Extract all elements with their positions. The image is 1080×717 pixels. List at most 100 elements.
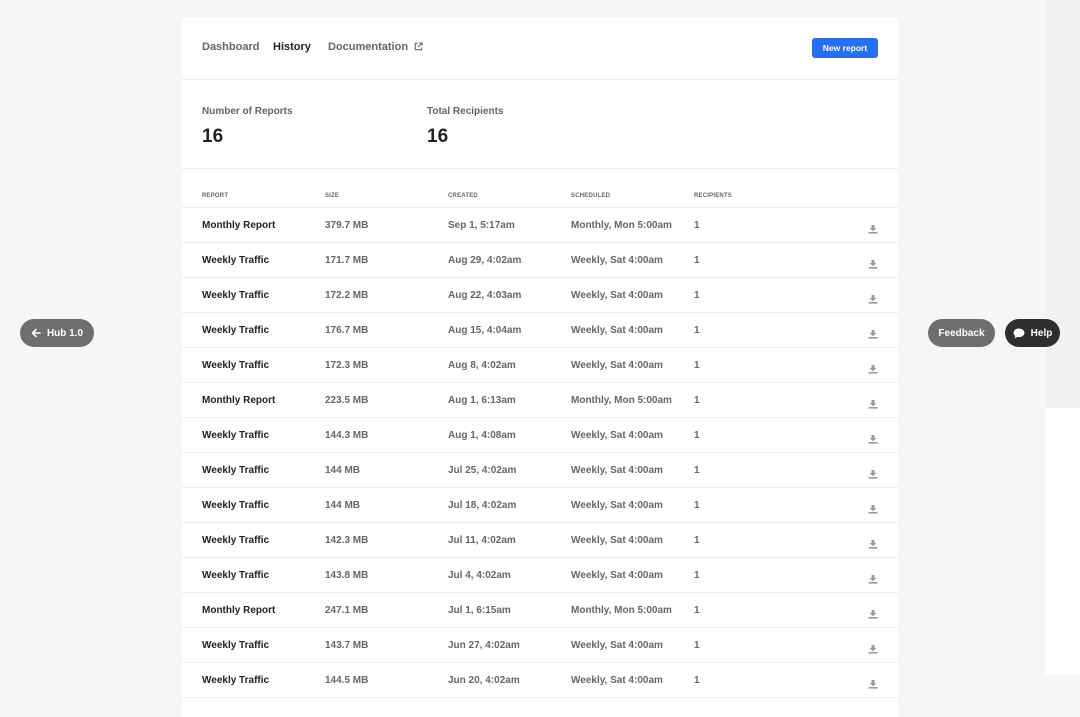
report-size: 176.7 MB (325, 325, 369, 336)
hub-back-label: Hub 1.0 (46, 327, 84, 339)
report-list: Monthly Report 379.7 MB Sep 1, 5:17am Month… (182, 208, 898, 698)
download-icon[interactable] (868, 326, 878, 339)
report-size: 223.5 MB (325, 395, 369, 406)
stat-number-of-reports: Number of Reports 16 (202, 106, 293, 148)
table-row[interactable]: Weekly Traffic 172.3 MB Aug 8, 4:02am Weekl… (182, 348, 898, 383)
download-icon[interactable] (868, 501, 878, 514)
download-icon[interactable] (868, 606, 878, 619)
feedback-button[interactable]: Feedback (928, 319, 995, 347)
stat-total-recipients: Total Recipients 16 (427, 106, 504, 148)
table-row[interactable]: Weekly Traffic 144.3 MB Aug 1, 4:08am Weekl… (182, 418, 898, 453)
help-button[interactable]: Help (1005, 319, 1060, 347)
report-name[interactable]: Weekly Traffic (202, 325, 269, 336)
column-header-created: Created (448, 193, 478, 199)
report-name[interactable]: Weekly Traffic (202, 255, 269, 266)
report-name[interactable]: Weekly Traffic (202, 640, 269, 651)
report-size: 144.5 MB (325, 675, 369, 686)
summary-stats: Number of Reports 16 Total Recipients 16 (182, 80, 898, 169)
download-icon[interactable] (868, 256, 878, 269)
report-name[interactable]: Weekly Traffic (202, 430, 269, 441)
report-scheduled: Weekly, Sat 4:00am (571, 570, 663, 581)
report-recipients: 1 (694, 430, 700, 441)
report-scheduled: Weekly, Sat 4:00am (571, 640, 663, 651)
report-name[interactable]: Weekly Traffic (202, 465, 269, 476)
download-icon[interactable] (868, 641, 878, 654)
table-row[interactable]: Weekly Traffic 144.5 MB Jun 20, 4:02am Week… (182, 663, 898, 698)
report-recipients: 1 (694, 465, 700, 476)
report-recipients: 1 (694, 360, 700, 371)
report-recipients: 1 (694, 500, 700, 511)
report-size: 172.2 MB (325, 290, 369, 301)
report-scheduled: Weekly, Sat 4:00am (571, 360, 663, 371)
report-scheduled: Weekly, Sat 4:00am (571, 675, 663, 686)
stat-value: 16 (427, 126, 449, 147)
chat-bubble-icon (1013, 328, 1025, 338)
reports-card: Dashboard History Documentation New repo… (182, 17, 898, 717)
column-header-recipients: Recipients (694, 193, 733, 199)
report-created: Jul 11, 4:02am (448, 535, 516, 546)
nav-documentation[interactable]: Documentation (328, 41, 423, 54)
new-report-button[interactable]: New report (812, 38, 878, 58)
download-icon[interactable] (868, 396, 878, 409)
table-row[interactable]: Weekly Traffic 143.7 MB Jun 27, 4:02am Week… (182, 628, 898, 663)
report-name[interactable]: Weekly Traffic (202, 290, 269, 301)
report-scheduled: Weekly, Sat 4:00am (571, 430, 663, 441)
right-edge-panel (1046, 0, 1080, 408)
report-recipients: 1 (694, 395, 700, 406)
download-icon[interactable] (868, 536, 878, 549)
report-scheduled: Weekly, Sat 4:00am (571, 325, 663, 336)
table-row[interactable]: Weekly Traffic 144 MB Jul 18, 4:02am Weekly… (182, 488, 898, 523)
report-name[interactable]: Weekly Traffic (202, 360, 269, 371)
report-scheduled: Weekly, Sat 4:00am (571, 255, 663, 266)
report-name[interactable]: Weekly Traffic (202, 675, 269, 686)
nav-history[interactable]: History (273, 41, 311, 53)
download-icon[interactable] (868, 676, 878, 689)
report-size: 172.3 MB (325, 360, 369, 371)
table-row[interactable]: Weekly Traffic 171.7 MB Aug 29, 4:02am Week… (182, 243, 898, 278)
table-row[interactable]: Weekly Traffic 144 MB Jul 25, 4:02am Weekly… (182, 453, 898, 488)
report-scheduled: Monthly, Mon 5:00am (571, 220, 672, 231)
report-created: Aug 15, 4:04am (448, 325, 522, 336)
report-size: 142.3 MB (325, 535, 369, 546)
download-icon[interactable] (868, 361, 878, 374)
table-row[interactable]: Monthly Report 247.1 MB Jul 1, 6:15am Month… (182, 593, 898, 628)
column-header-scheduled: Scheduled (571, 193, 611, 199)
stat-label: Total Recipients (427, 106, 504, 117)
table-row[interactable]: Monthly Report 379.7 MB Sep 1, 5:17am Month… (182, 208, 898, 243)
table-row[interactable]: Monthly Report 223.5 MB Aug 1, 6:13am Month… (182, 383, 898, 418)
report-name[interactable]: Weekly Traffic (202, 500, 269, 511)
report-name[interactable]: Monthly Report (202, 395, 275, 406)
report-name[interactable]: Monthly Report (202, 605, 275, 616)
download-icon[interactable] (868, 221, 878, 234)
report-scheduled: Monthly, Mon 5:00am (571, 605, 672, 616)
table-row[interactable]: Weekly Traffic 143.8 MB Jul 4, 4:02am Weekl… (182, 558, 898, 593)
report-recipients: 1 (694, 535, 700, 546)
table-row[interactable]: Weekly Traffic 176.7 MB Aug 15, 4:04am Week… (182, 313, 898, 348)
report-recipients: 1 (694, 290, 700, 301)
report-size: 379.7 MB (325, 220, 369, 231)
report-created: Jul 18, 4:02am (448, 500, 517, 511)
hub-back-button[interactable]: Hub 1.0 (20, 319, 94, 347)
report-created: Jun 27, 4:02am (448, 640, 520, 651)
report-name[interactable]: Weekly Traffic (202, 570, 269, 581)
table-row[interactable]: Weekly Traffic 142.3 MB Jul 11, 4:02am Week… (182, 523, 898, 558)
nav-documentation-label: Documentation (328, 41, 409, 53)
download-icon[interactable] (868, 571, 878, 584)
report-recipients: 1 (694, 640, 700, 651)
report-created: Aug 22, 4:03am (448, 290, 522, 301)
download-icon[interactable] (868, 466, 878, 479)
report-recipients: 1 (694, 675, 700, 686)
feedback-label: Feedback (938, 327, 985, 339)
top-navigation: Dashboard History Documentation New repo… (182, 17, 898, 80)
column-header-size: Size (325, 193, 340, 199)
download-icon[interactable] (868, 431, 878, 444)
download-icon[interactable] (868, 291, 878, 304)
report-name[interactable]: Weekly Traffic (202, 535, 269, 546)
report-recipients: 1 (694, 570, 700, 581)
table-row[interactable]: Weekly Traffic 172.2 MB Aug 22, 4:03am Week… (182, 278, 898, 313)
report-created: Aug 8, 4:02am (448, 360, 516, 371)
report-name[interactable]: Monthly Report (202, 220, 275, 231)
right-edge-panel-lower (1046, 408, 1080, 675)
nav-dashboard[interactable]: Dashboard (202, 41, 259, 53)
report-recipients: 1 (694, 220, 700, 231)
